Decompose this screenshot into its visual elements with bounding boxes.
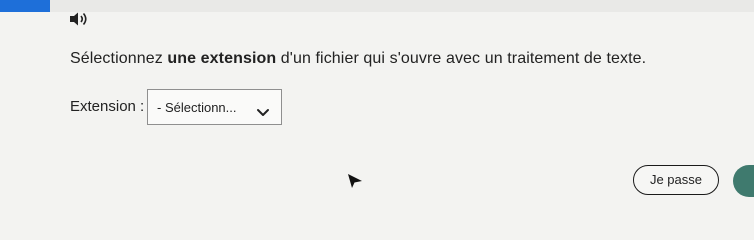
skip-button[interactable]: Je passe bbox=[633, 165, 719, 195]
speaker-icon[interactable] bbox=[68, 11, 90, 27]
top-band bbox=[0, 0, 754, 12]
extension-select[interactable]: - Sélectionn... bbox=[147, 89, 282, 125]
extension-label: Extension : bbox=[70, 98, 145, 115]
extension-select-value: - Sélectionn... bbox=[157, 100, 237, 115]
chevron-down-icon bbox=[256, 104, 270, 116]
mouse-cursor-icon bbox=[346, 172, 364, 190]
question-suffix: d'un fichier qui s'ouvre avec un traitem… bbox=[276, 50, 647, 67]
question-prefix: Sélectionnez bbox=[70, 50, 168, 67]
question-text: Sélectionnez une extension d'un fichier … bbox=[70, 50, 646, 68]
question-emphasis: une extension bbox=[167, 50, 277, 67]
top-accent-bar bbox=[0, 0, 50, 12]
next-button[interactable] bbox=[733, 165, 754, 197]
